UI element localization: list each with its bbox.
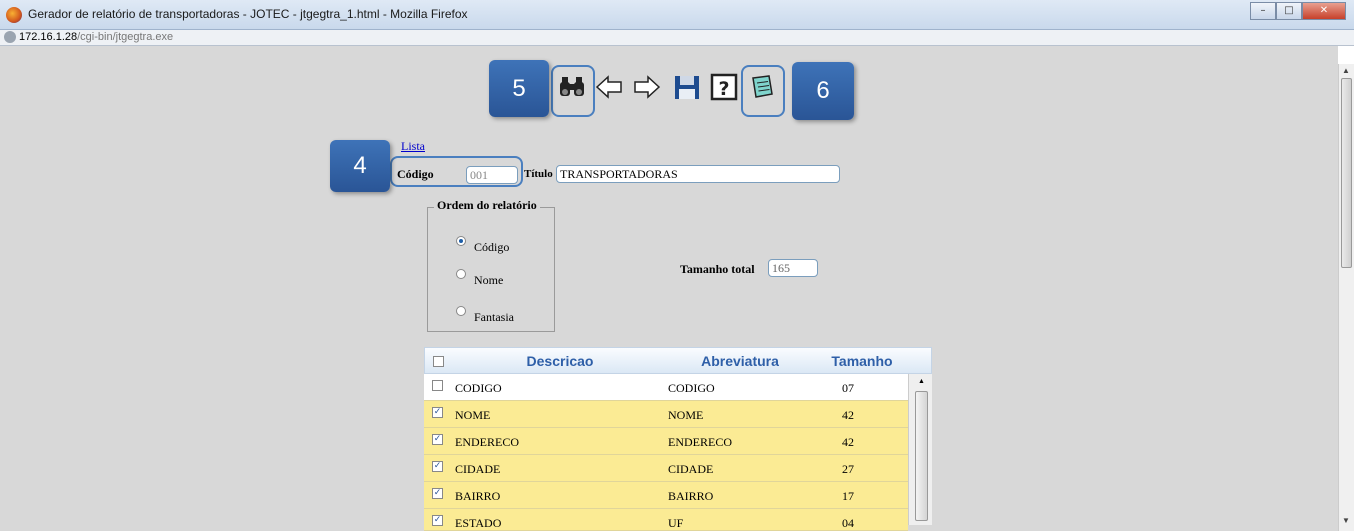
row-checkbox[interactable]: ✓: [432, 488, 443, 499]
cell-abreviatura: BAIRRO: [668, 489, 714, 503]
table-row[interactable]: ✓ NOME NOME 42: [424, 401, 908, 428]
window-controls: – □ ✕: [1250, 2, 1346, 22]
search-highlight: [551, 65, 595, 117]
cell-abreviatura: CODIGO: [668, 381, 715, 395]
lista-link[interactable]: Lista: [401, 139, 425, 154]
cell-descricao: ESTADO: [455, 516, 502, 530]
window-title: Gerador de relatório de transportadoras …: [28, 7, 468, 21]
address-bar[interactable]: 172.16.1.28/cgi-bin/jtgegtra.exe: [0, 30, 1354, 46]
tamanho-label: Tamanho total: [680, 262, 755, 276]
codigo-label: Código: [397, 167, 434, 181]
close-button[interactable]: ✕: [1302, 2, 1346, 20]
cell-descricao: BAIRRO: [455, 489, 501, 503]
row-checkbox[interactable]: ✓: [432, 407, 443, 418]
header-abreviatura[interactable]: Abreviatura: [665, 353, 815, 369]
minimize-button[interactable]: –: [1250, 2, 1276, 20]
generate-highlight: [741, 65, 785, 117]
scroll-up-icon[interactable]: ▲: [1342, 66, 1350, 75]
firefox-icon: [6, 7, 22, 23]
row-checkbox[interactable]: ✓: [432, 461, 443, 472]
callout-6: 6: [792, 62, 854, 120]
arrow-right-icon[interactable]: [632, 72, 662, 104]
grid-scroll-up-icon[interactable]: ▲: [918, 377, 925, 385]
cell-descricao: NOME: [455, 408, 491, 422]
cell-tamanho: 04: [842, 516, 854, 530]
cell-tamanho: 17: [842, 489, 854, 503]
help-icon[interactable]: ?: [709, 72, 739, 104]
tamanho-input[interactable]: 165: [768, 259, 818, 277]
cell-tamanho: 42: [842, 435, 854, 449]
table-row[interactable]: ✓ ESTADO UF 04: [424, 509, 908, 531]
svg-text:?: ?: [718, 78, 729, 100]
callout-4: 4: [330, 140, 390, 192]
callout-5: 5: [489, 60, 549, 117]
url-text[interactable]: 172.16.1.28/cgi-bin/jtgegtra.exe: [19, 31, 173, 43]
titulo-label: Título: [524, 168, 553, 180]
table-row[interactable]: ✓ ENDERECO ENDERECO 42: [424, 428, 908, 455]
arrow-left-icon[interactable]: [594, 72, 624, 104]
floppy-icon[interactable]: [672, 72, 702, 104]
cell-abreviatura: UF: [668, 516, 684, 530]
row-checkbox[interactable]: [432, 380, 443, 391]
table-row[interactable]: ✓ BAIRRO BAIRRO 17: [424, 482, 908, 509]
table-row[interactable]: CODIGO CODIGO 07: [424, 374, 908, 401]
cell-descricao: ENDERECO: [455, 435, 519, 449]
row-checkbox[interactable]: ✓: [432, 515, 443, 526]
radio-nome-label: Nome: [474, 273, 504, 287]
cell-descricao: CODIGO: [455, 381, 502, 395]
radio-nome[interactable]: [456, 269, 466, 279]
cell-tamanho: 07: [842, 381, 854, 395]
radio-fantasia[interactable]: [456, 306, 466, 316]
header-descricao[interactable]: Descricao: [455, 353, 665, 369]
cell-abreviatura: ENDERECO: [668, 435, 732, 449]
radio-fantasia-label: Fantasia: [474, 310, 514, 324]
globe-icon: [4, 31, 16, 43]
titulo-input[interactable]: TRANSPORTADORAS: [556, 165, 840, 183]
radio-codigo-label: Código: [474, 240, 510, 254]
table-row[interactable]: ✓ CIDADE CIDADE 27: [424, 455, 908, 482]
grid-scrollbar-thumb[interactable]: [915, 391, 928, 521]
ordem-legend: Ordem do relatório: [434, 198, 540, 213]
cell-tamanho: 27: [842, 462, 854, 476]
select-all-checkbox[interactable]: [433, 356, 444, 367]
scroll-down-icon[interactable]: ▼: [1342, 516, 1350, 525]
header-tamanho[interactable]: Tamanho: [815, 353, 909, 369]
scrollbar-thumb[interactable]: [1341, 78, 1352, 268]
maximize-button[interactable]: □: [1276, 2, 1302, 20]
radio-codigo[interactable]: [456, 236, 466, 246]
row-checkbox[interactable]: ✓: [432, 434, 443, 445]
page-scrollbar[interactable]: ▲ ▼: [1338, 64, 1354, 531]
grid-scrollbar[interactable]: ▲: [908, 374, 932, 525]
grid-header: Descricao Abreviatura Tamanho: [424, 347, 932, 374]
cell-descricao: CIDADE: [455, 462, 501, 476]
cell-abreviatura: NOME: [668, 408, 704, 422]
cell-abreviatura: CIDADE: [668, 462, 714, 476]
cell-tamanho: 42: [842, 408, 854, 422]
codigo-input[interactable]: 001: [466, 166, 518, 184]
window-titlebar: Gerador de relatório de transportadoras …: [0, 0, 1354, 30]
